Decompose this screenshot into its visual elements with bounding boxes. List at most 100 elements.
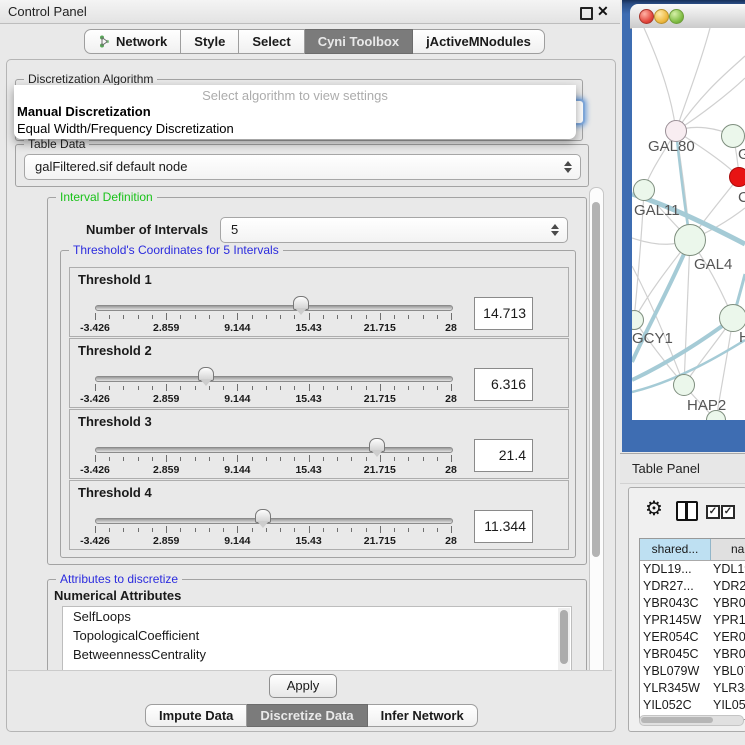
slider-tick-label: -3.426 — [80, 322, 110, 334]
table-cell: YDR27... — [710, 578, 745, 595]
slider-track[interactable] — [95, 376, 453, 382]
column-header-name[interactable]: name — [711, 539, 745, 560]
slider-tick-mark — [195, 528, 196, 532]
network-canvas[interactable]: GAL80GCGAL11GAL4GCY1HHAP2 — [632, 28, 745, 420]
tab-network[interactable]: Network — [84, 29, 181, 54]
float-window-icon[interactable] — [580, 7, 593, 20]
close-icon[interactable]: ✕ — [597, 3, 609, 20]
slider-tick-mark — [451, 526, 452, 533]
gear-icon[interactable]: ⚙ — [645, 496, 663, 521]
network-node-gal4[interactable] — [674, 224, 706, 256]
slider-tick-mark — [223, 315, 224, 319]
network-window-titlebar[interactable] — [630, 4, 745, 29]
table-cell: YDR27... — [640, 578, 710, 595]
table-cell: YLR345W — [640, 680, 710, 697]
network-node-hap2[interactable] — [673, 374, 695, 396]
tab-select[interactable]: Select — [239, 29, 304, 54]
table-row[interactable]: YLR345WYLR345W — [640, 680, 745, 697]
slider-track[interactable] — [95, 518, 453, 524]
network-node-gal11[interactable] — [633, 179, 655, 201]
slider-tick-mark — [123, 528, 124, 532]
slider-thumb[interactable] — [255, 509, 271, 523]
slider-tick-mark — [180, 457, 181, 461]
slider-tick-mark — [423, 528, 424, 532]
slider-tick-mark — [123, 457, 124, 461]
node-attribute-table[interactable]: shared...name YDL19...YDL19...YDR27...YD… — [639, 538, 745, 720]
number-of-intervals-combobox[interactable]: 5 — [220, 217, 568, 243]
table-row[interactable]: YBL079WYBL079W — [640, 663, 745, 680]
slider-tick-mark — [323, 457, 324, 461]
slider-track[interactable] — [95, 447, 453, 453]
table-cell: YDL19... — [640, 561, 710, 578]
column-header-shared[interactable]: shared... — [640, 539, 711, 560]
table-data-group: Table Data galFiltered.sif default node — [15, 144, 589, 187]
slider-tick-mark — [180, 315, 181, 319]
slider-tick-mark — [280, 386, 281, 390]
table-horizontal-scrollbar[interactable] — [639, 715, 744, 726]
algorithm-option-equal-width-frequency[interactable]: Equal Width/Frequency Discretization — [14, 120, 576, 137]
slider-tick-mark — [95, 384, 96, 391]
slider-tick-mark — [195, 386, 196, 390]
tab-style[interactable]: Style — [181, 29, 239, 54]
threshold-value-field[interactable]: 6.316 — [474, 368, 533, 401]
table-cell: YBR043C — [710, 595, 745, 612]
network-window-frame: GAL80GCGAL11GAL4GCY1HHAP2 — [622, 0, 745, 452]
table-cell: YBR045C — [710, 646, 745, 663]
table-row[interactable]: YDR27...YDR27... — [640, 578, 745, 595]
tab-impute-data[interactable]: Impute Data — [145, 704, 247, 727]
slider-tick-mark — [95, 455, 96, 462]
attribute-item-betweennesscentrality[interactable]: BetweennessCentrality — [63, 645, 571, 664]
network-node-h[interactable] — [719, 304, 745, 332]
slider-thumb[interactable] — [293, 296, 309, 310]
attribute-item-topologicalcoefficient[interactable]: TopologicalCoefficient — [63, 626, 571, 645]
threshold-value-field[interactable]: 11.344 — [474, 510, 533, 543]
slider-tick-mark — [266, 315, 267, 319]
tab-jactivemnodules[interactable]: jActiveMNodules — [413, 29, 545, 54]
table-row[interactable]: YBR043CYBR043C — [640, 595, 745, 612]
tab-label: Cyni Toolbox — [318, 34, 399, 49]
apply-button[interactable]: Apply — [269, 674, 337, 698]
slider-tick-label: 15.43 — [295, 322, 321, 334]
settings-vertical-scrollbar[interactable] — [589, 187, 604, 683]
checkbox-icon[interactable]: ✓ — [706, 505, 720, 519]
mac-close-button[interactable] — [639, 9, 654, 24]
slider-thumb[interactable] — [198, 367, 214, 381]
network-node-g[interactable] — [721, 124, 745, 148]
slider-tick-mark — [252, 528, 253, 532]
table-row[interactable]: YBR045CYBR045C — [640, 646, 745, 663]
table-data-group-title: Table Data — [24, 137, 89, 151]
slider-tick-mark — [451, 384, 452, 391]
table-hscroll-thumb[interactable] — [641, 717, 713, 723]
threshold-value-field[interactable]: 14.713 — [474, 297, 533, 330]
tab-discretize-data[interactable]: Discretize Data — [247, 704, 367, 727]
algorithm-option-manual-discretization[interactable]: Manual Discretization — [14, 103, 576, 120]
attribute-item-selfloops[interactable]: SelfLoops — [63, 607, 571, 626]
mac-minimize-button[interactable] — [654, 9, 669, 24]
slider-tick-label: 2.859 — [153, 535, 179, 547]
control-panel-tabs: NetworkStyleSelect Cyni Toolbox jActiveMNo… — [84, 29, 545, 54]
tab-cyni-toolbox[interactable]: Cyni Toolbox — [305, 29, 413, 54]
mac-zoom-button[interactable] — [669, 9, 684, 24]
slider-tick-label: 15.43 — [295, 464, 321, 476]
checkbox-icon[interactable]: ✓ — [721, 505, 735, 519]
columns-icon[interactable] — [676, 501, 698, 521]
threshold-coordinates-group: Threshold's Coordinates for 5 Intervals … — [60, 250, 576, 558]
slider-tick-mark — [180, 528, 181, 532]
slider-thumb[interactable] — [369, 438, 385, 452]
tab-infer-network[interactable]: Infer Network — [368, 704, 478, 727]
slider-tick-mark — [209, 386, 210, 390]
slider-track[interactable] — [95, 305, 453, 311]
threshold-panel-2: Threshold 2-3.4262.8599.14415.4321.71528… — [69, 338, 569, 408]
table-row[interactable]: YIL052CYIL052C — [640, 697, 745, 714]
network-node-c[interactable] — [729, 167, 745, 187]
table-row[interactable]: YER054CYER054C — [640, 629, 745, 646]
table-cell: YER054C — [640, 629, 710, 646]
slider-tick-label: 9.144 — [224, 535, 250, 547]
table-row[interactable]: YDL19...YDL19... — [640, 561, 745, 578]
table-row[interactable]: YPR145WYPR145W — [640, 612, 745, 629]
threshold-value-field[interactable]: 21.4 — [474, 439, 533, 472]
slider-tick-mark — [294, 386, 295, 390]
table-data-combobox[interactable]: galFiltered.sif default node — [24, 154, 581, 180]
attributes-scrollbar-thumb[interactable] — [560, 610, 568, 664]
settings-scrollbar-thumb[interactable] — [592, 202, 600, 557]
